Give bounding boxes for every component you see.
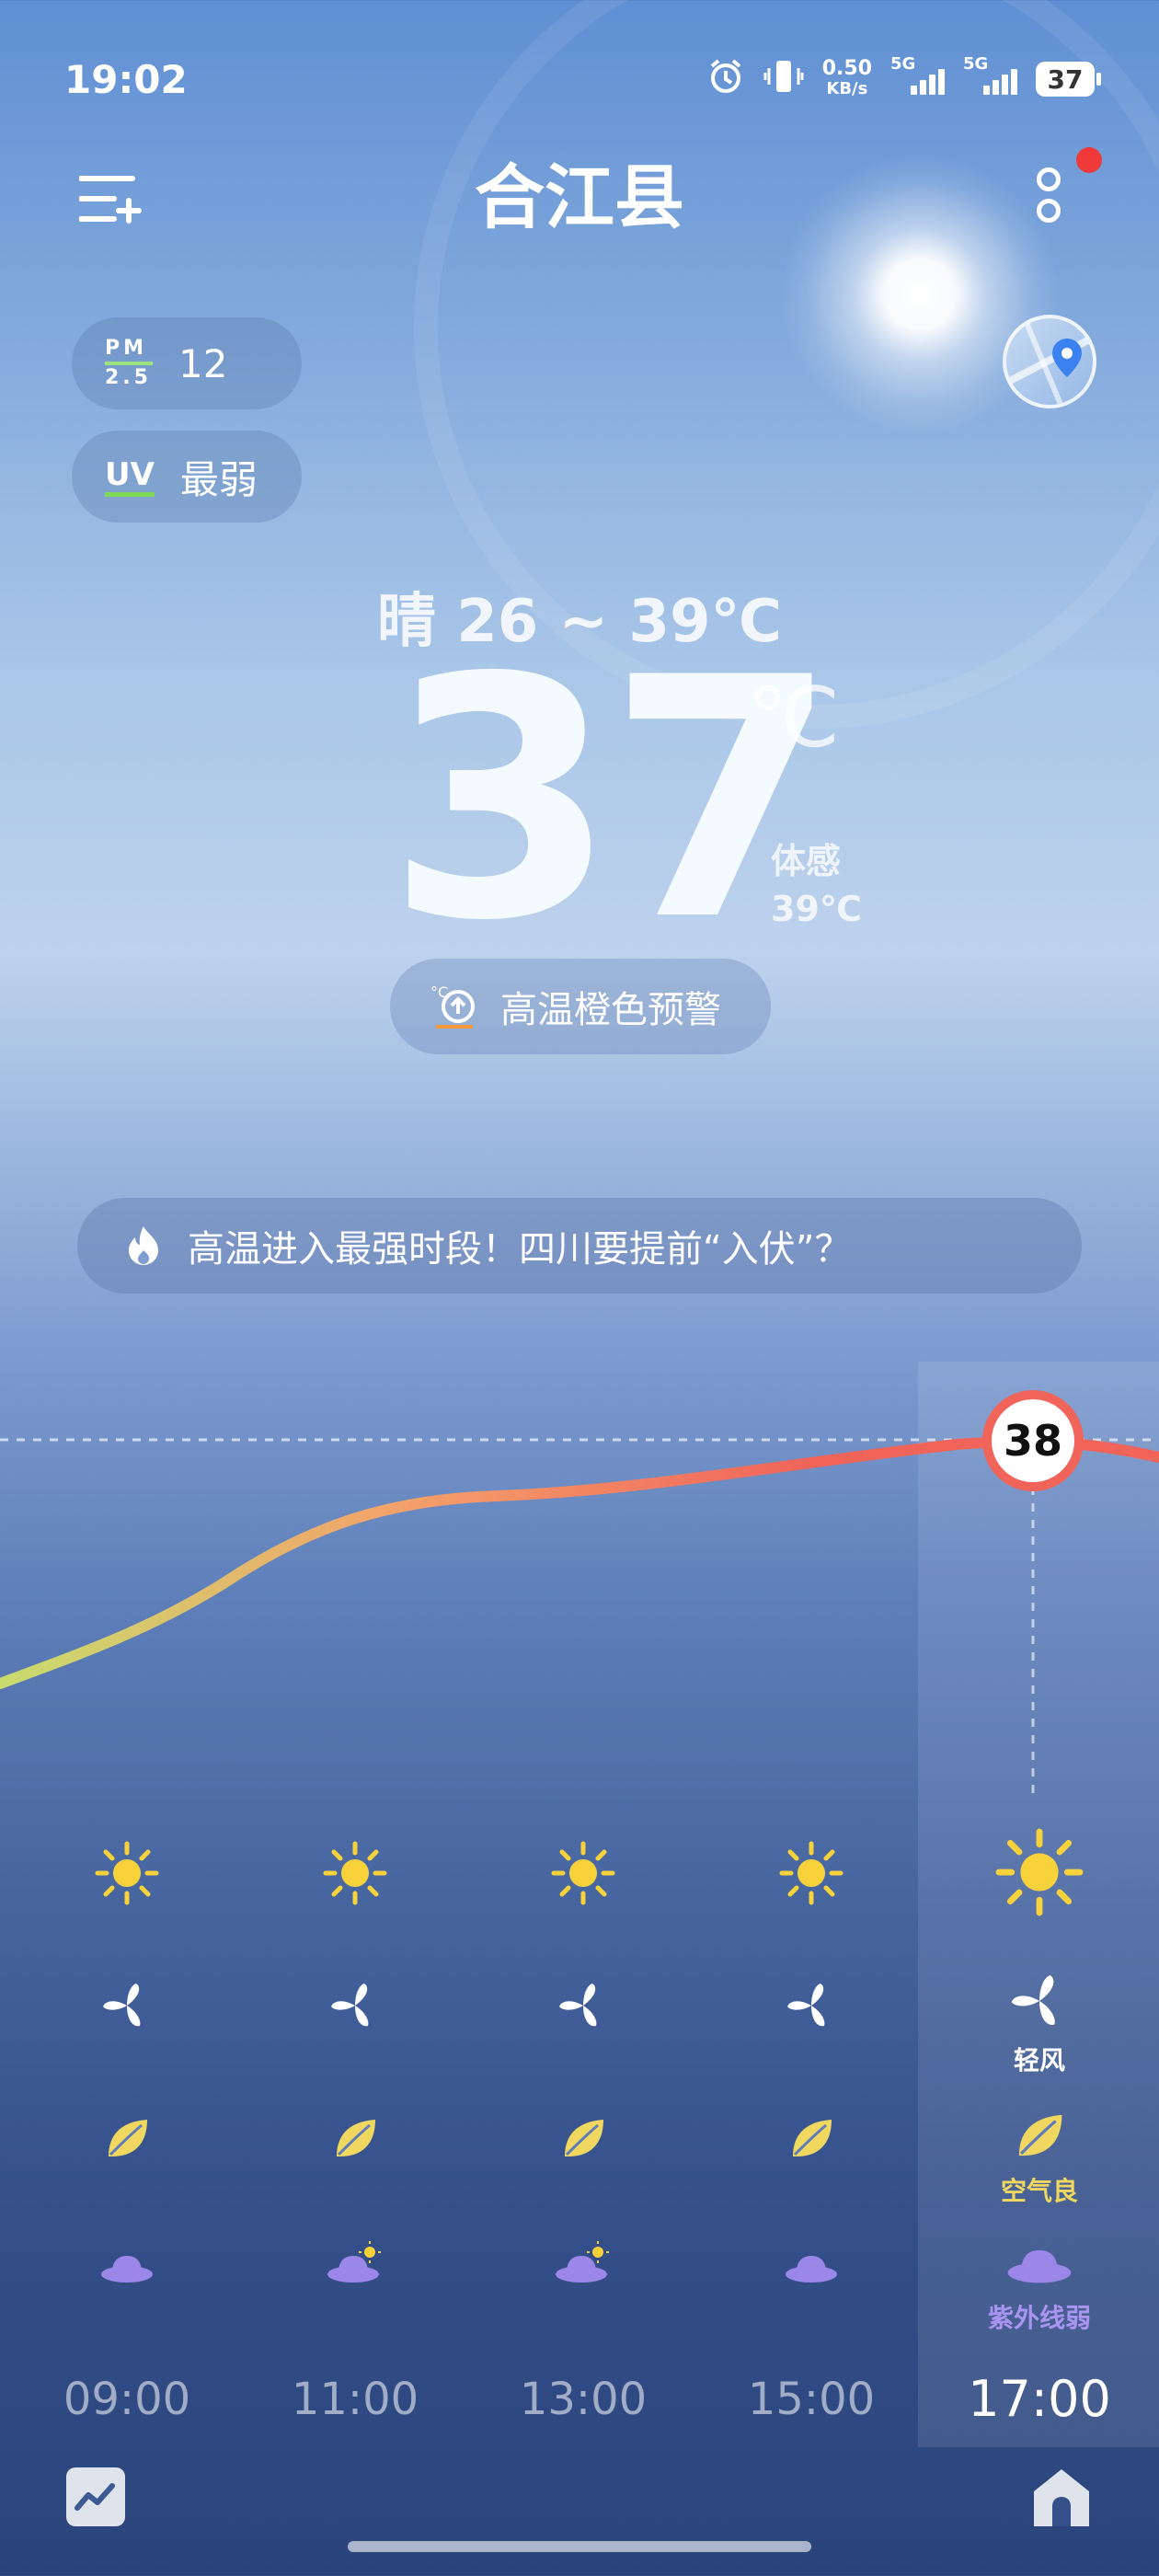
- gesture-home-indicator[interactable]: [348, 2541, 811, 2552]
- hour-label: 15:00: [747, 2374, 876, 2425]
- vibrate-icon: [763, 57, 804, 101]
- uv-index-label: 紫外线弱: [987, 2303, 1091, 2333]
- home-icon: [1034, 2469, 1089, 2526]
- pm25-value: 12: [178, 340, 228, 386]
- air-quality-leaf-icon: [491, 2112, 675, 2168]
- sun-icon: [263, 1836, 447, 1914]
- hour-label: 11:00: [291, 2374, 419, 2425]
- temperature-series-line: [0, 1435, 1159, 1689]
- top-bar: 合江县: [0, 147, 1159, 248]
- wind-label: 轻风: [1013, 2045, 1065, 2076]
- alert-text: 高温橙色预警: [500, 989, 721, 1031]
- uv-hat-icon: [35, 2248, 219, 2293]
- feels-like-label: 体感: [771, 841, 842, 881]
- air-quality-leaf-icon: 空气良: [947, 2107, 1131, 2208]
- sun-icon: [719, 1836, 903, 1914]
- trend-chart-icon: [75, 2483, 115, 2511]
- hourly-temperature-chart: 38: [0, 1390, 1159, 1794]
- uv-hat-icon: 紫外线弱: [947, 2241, 1131, 2335]
- signal-icon: 5G: [890, 54, 945, 95]
- wind-icon: [491, 1978, 675, 2037]
- pm25-pill[interactable]: PM 2.5 12: [72, 317, 302, 409]
- more-button[interactable]: [1030, 167, 1067, 241]
- air-quality-leaf-icon: [263, 2112, 447, 2168]
- alarm-icon: [706, 57, 745, 101]
- sun-icon: [35, 1836, 219, 1914]
- feels-like: 体感 39℃: [771, 837, 862, 933]
- status-time: 19:02: [64, 56, 188, 102]
- high-temp-alert-icon: °C: [430, 983, 475, 1029]
- sun-icon: [947, 1822, 1131, 1926]
- uv-value: 最弱: [179, 456, 258, 502]
- feels-like-value: 39℃: [771, 889, 862, 929]
- battery-icon: 37: [1036, 62, 1101, 97]
- net-speed-value: 0.50: [821, 57, 872, 80]
- wind-icon: 轻风: [947, 1969, 1131, 2077]
- map-pin-icon: [1006, 318, 1093, 405]
- highlight-temp-label: 38: [1004, 1416, 1062, 1466]
- network-speed: 0.50 KB/s: [822, 59, 872, 99]
- sun-icon: [491, 1836, 675, 1914]
- svg-text:°C: °C: [430, 983, 448, 1001]
- wind-icon: [719, 1978, 903, 2037]
- menu-add-icon: [78, 176, 142, 224]
- wind-icon: [35, 1978, 219, 2037]
- uv-hat-sun-icon: [491, 2241, 675, 2293]
- uv-icon: UV: [105, 457, 155, 497]
- hour-label: 09:00: [63, 2374, 191, 2425]
- signal-icon: 5G: [963, 54, 1017, 95]
- temperature-unit: ℃: [747, 670, 841, 766]
- news-banner[interactable]: 高温进入最强时段！四川要提前“入伏”？: [77, 1198, 1082, 1294]
- uv-hat-icon: [719, 2248, 903, 2293]
- wind-icon: [263, 1978, 447, 2037]
- status-bar: 19:02 0.50 KB/s 5G 5G 37: [64, 53, 1101, 105]
- pm25-icon: PM 2.5: [105, 338, 153, 389]
- map-button[interactable]: [1003, 315, 1096, 408]
- net-speed-unit: KB/s: [826, 79, 868, 98]
- flame-icon: [129, 1226, 158, 1265]
- uv-hat-sun-icon: [263, 2241, 447, 2293]
- signal2-label: 5G: [963, 54, 989, 74]
- home-button[interactable]: [1028, 2466, 1095, 2530]
- air-quality-leaf-icon: [719, 2112, 903, 2168]
- hour-label: 13:00: [519, 2374, 648, 2425]
- hour-label-selected: 17:00: [968, 2370, 1111, 2428]
- notification-dot: [1076, 147, 1102, 173]
- heat-alert-pill[interactable]: °C 高温橙色预警: [390, 959, 771, 1054]
- city-title[interactable]: 合江县: [0, 147, 1159, 248]
- status-icons: 0.50 KB/s 5G 5G 37: [706, 54, 1101, 101]
- news-text: 高温进入最强时段！四川要提前“入伏”？: [188, 1228, 852, 1271]
- signal1-label: 5G: [890, 54, 916, 74]
- uv-pill[interactable]: UV 最弱: [72, 431, 302, 523]
- air-quality-label: 空气良: [1000, 2176, 1078, 2206]
- trend-chart-button[interactable]: [66, 2467, 125, 2526]
- city-menu-button[interactable]: [78, 173, 143, 224]
- air-quality-leaf-icon: [35, 2112, 219, 2168]
- pm25-label-top: PM: [105, 337, 148, 360]
- pm25-label-bottom: 2.5: [105, 366, 152, 389]
